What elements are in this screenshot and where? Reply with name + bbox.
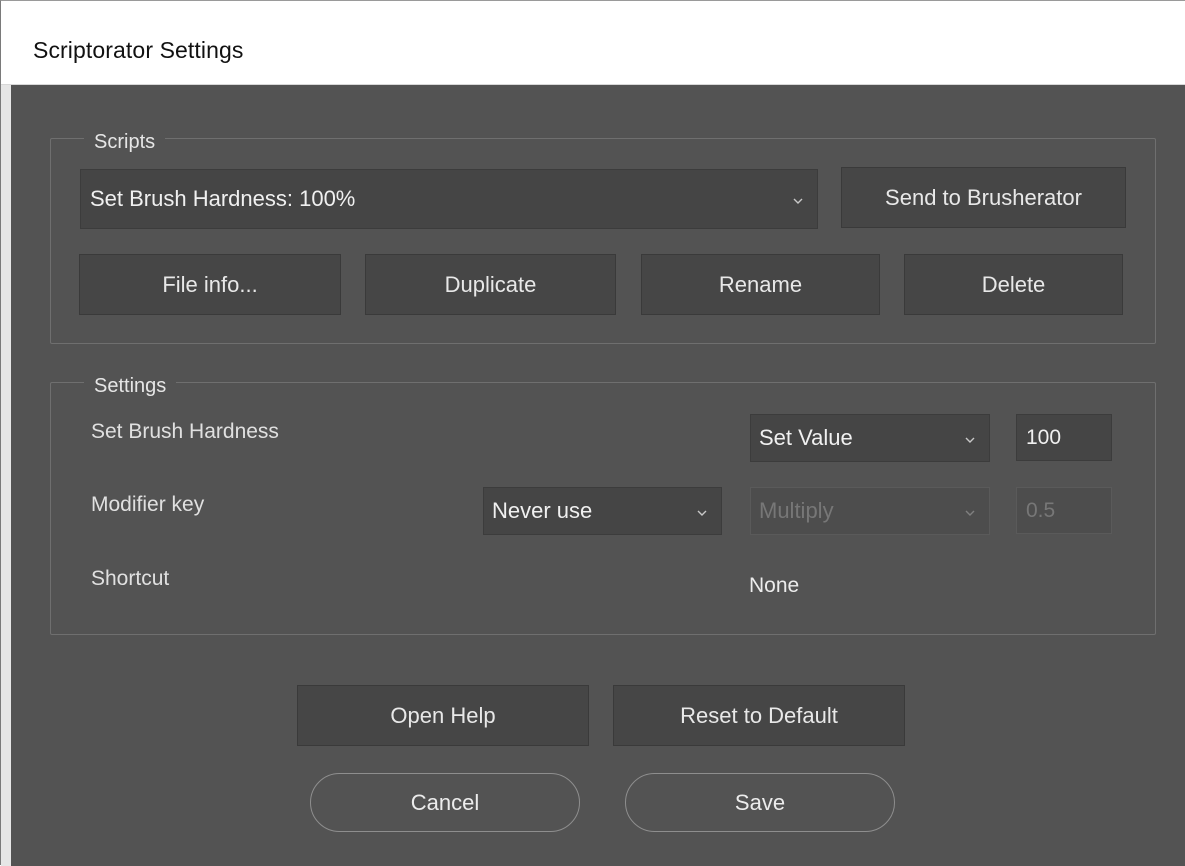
rename-label: Rename — [718, 271, 803, 297]
duplicate-label: Duplicate — [444, 271, 537, 297]
shortcut-label: Shortcut — [91, 567, 170, 590]
window-title: Scriptorator Settings — [33, 37, 244, 63]
save-button[interactable]: Save — [625, 773, 895, 832]
hardness-value-input[interactable]: 100 — [1016, 414, 1112, 461]
script-select[interactable]: Set Brush Hardness: 100% — [80, 169, 818, 229]
rename-button[interactable]: Rename — [641, 254, 880, 315]
open-help-button[interactable]: Open Help — [297, 685, 589, 746]
modifier-amount-text: 0.5 — [1026, 498, 1056, 522]
delete-label: Delete — [981, 271, 1046, 297]
reset-to-default-label: Reset to Default — [680, 702, 838, 728]
brush-hardness-label: Set Brush Hardness — [91, 420, 279, 443]
settings-group-label: Settings — [84, 374, 177, 398]
file-info-button[interactable]: File info... — [79, 254, 341, 315]
hardness-mode-select[interactable]: Set Value — [750, 414, 990, 462]
save-label: Save — [734, 789, 786, 815]
chevron-down-icon — [697, 510, 707, 516]
hardness-mode-value: Set Value — [759, 425, 853, 450]
window-edge — [1, 85, 11, 866]
modifier-amount-input: 0.5 — [1016, 487, 1112, 534]
delete-button[interactable]: Delete — [904, 254, 1123, 315]
cancel-button[interactable]: Cancel — [310, 773, 580, 832]
send-to-brusherator-button[interactable]: Send to Brusherator — [841, 167, 1126, 228]
modifier-key-label: Modifier key — [91, 493, 205, 516]
scripts-group-label: Scripts — [84, 130, 166, 154]
send-to-brusherator-label: Send to Brusherator — [885, 184, 1082, 210]
modifier-operation-value: Multiply — [759, 498, 834, 523]
modifier-key-select[interactable]: Never use — [483, 487, 722, 535]
cancel-label: Cancel — [410, 789, 480, 815]
modifier-key-value: Never use — [492, 498, 593, 523]
script-select-value: Set Brush Hardness: 100% — [90, 186, 356, 211]
file-info-label: File info... — [162, 271, 258, 297]
shortcut-value[interactable]: None — [749, 574, 799, 598]
reset-to-default-button[interactable]: Reset to Default — [613, 685, 905, 746]
chevron-down-icon — [793, 198, 803, 204]
hardness-value-text: 100 — [1026, 425, 1062, 449]
modifier-operation-select: Multiply — [750, 487, 990, 535]
chevron-down-icon — [965, 437, 975, 443]
settings-window: Scriptorator Settings Scripts Set Brush … — [0, 0, 1185, 866]
chevron-down-icon — [965, 510, 975, 516]
duplicate-button[interactable]: Duplicate — [365, 254, 616, 315]
title-bar[interactable]: Scriptorator Settings — [1, 1, 1185, 85]
open-help-label: Open Help — [390, 702, 496, 728]
